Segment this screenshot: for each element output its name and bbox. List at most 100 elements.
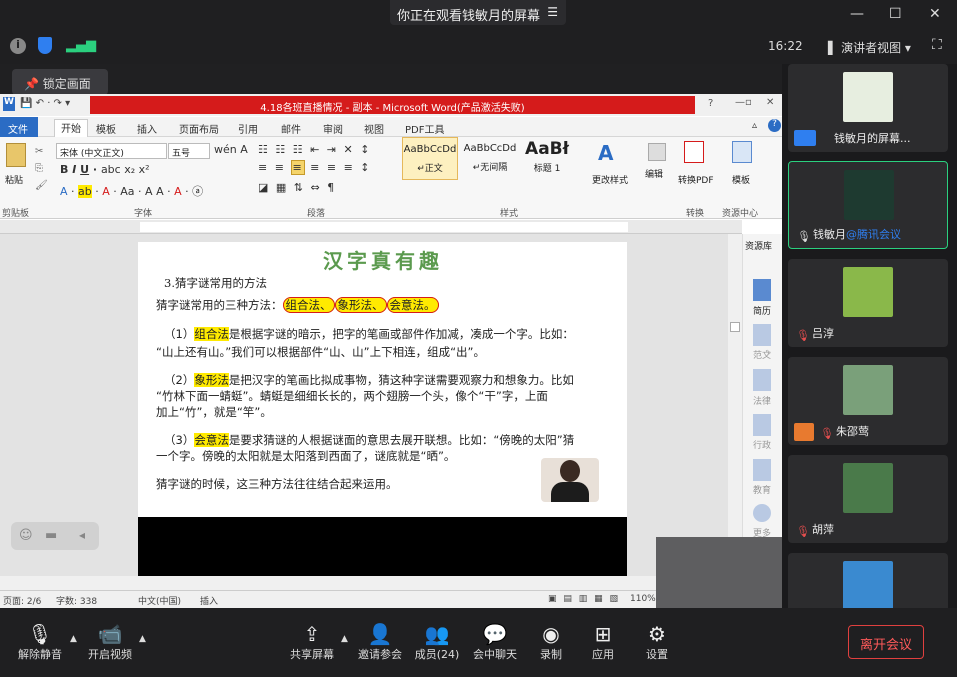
tab-template[interactable]: 模板	[96, 121, 116, 136]
minimize-icon[interactable]: —	[850, 6, 864, 22]
admin-icon[interactable]	[753, 414, 771, 436]
word-window: W 💾 ↶ · ↷ ▾ 4.18各班直播情况 - 副本 - Microsoft …	[0, 94, 782, 608]
template-icon[interactable]	[732, 141, 752, 163]
word-restore-icon[interactable]: ▫	[745, 97, 752, 108]
help-icon[interactable]: ?	[768, 119, 781, 132]
chat-bubble-icon[interactable]: ▬	[45, 528, 57, 543]
status-mode[interactable]: 插入	[200, 594, 218, 607]
participant-tile[interactable]: 🎙 钱敏月@腾讯会议	[788, 161, 948, 249]
tab-review[interactable]: 审阅	[323, 121, 343, 136]
emoji-icon[interactable]: ☺	[19, 528, 33, 543]
share-options-icon[interactable]: ▲	[341, 634, 348, 644]
shading-buttons[interactable]: ◪ ▦ ⇅ ⇔ ¶	[258, 181, 336, 194]
font-size-select[interactable]: 五号	[168, 143, 210, 159]
video-label: 开启视频	[88, 648, 132, 661]
paste-icon[interactable]	[6, 143, 26, 167]
quick-access-icons[interactable]: 💾 ↶ · ↷ ▾	[20, 98, 70, 109]
font-size-icons[interactable]: wén A	[214, 143, 248, 156]
add-person-icon: 👤	[367, 622, 393, 646]
style-normal[interactable]: AaBbCcDd ↵正文	[402, 137, 458, 180]
law-icon[interactable]	[753, 369, 771, 391]
document-page[interactable]: 汉字真有趣 3.猜字谜常用的方法 猜字谜常用的三种方法： 组合法、 象形法、 会意法。…	[138, 242, 627, 517]
participant-tile[interactable]	[788, 553, 948, 611]
ribbon-collapse-icon[interactable]: ▵	[752, 120, 757, 131]
find-icon[interactable]	[648, 143, 666, 161]
list-buttons[interactable]: ☷ ☷ ☷ ⇤ ⇥ ✕ ↕	[258, 143, 371, 156]
participant-tile[interactable]: 🎙 吕淳	[788, 259, 948, 347]
font-color-buttons[interactable]: A · ab · A · Aa · A A · A · ⓐ	[60, 183, 203, 199]
tab-file[interactable]: 文件	[0, 117, 38, 137]
invite-button[interactable]: 👤 邀请参会	[350, 622, 410, 662]
audio-options-icon[interactable]: ▲	[70, 634, 77, 644]
status-language[interactable]: 中文(中国)	[138, 594, 181, 607]
lock-screen-button[interactable]: 📌 锁定画面	[12, 69, 108, 95]
horizontal-scrollbar[interactable]	[0, 576, 742, 590]
style-heading1[interactable]: AaBł 标题 1	[522, 137, 572, 180]
record-button[interactable]: ◉ 录制	[521, 622, 581, 662]
share-status-title[interactable]: 你正在观看钱敏月的屏幕 ☰	[390, 0, 566, 25]
more-icon[interactable]	[753, 504, 771, 522]
zoom-level[interactable]: 110%	[630, 594, 656, 604]
participant-tile[interactable]: 🎙 朱邵莺	[788, 357, 948, 445]
para2-line1: （2）象形法是把汉字的笔画比拟成事物，猜这种字谜需要观察力和想象力。比如	[164, 372, 574, 388]
group-convert: 转换	[686, 209, 705, 219]
view-mode-icons[interactable]: ▣ ▤ ▥ ▦ ▧	[548, 594, 620, 604]
share-screen-button[interactable]: ⇪ 共享屏幕	[282, 622, 342, 662]
para4: 猜字谜的时候，这三种方法往往结合起来运用。	[156, 477, 398, 491]
side-resources[interactable]: 资源库	[745, 239, 772, 252]
info-icon[interactable]: i	[10, 38, 26, 54]
tab-mailings[interactable]: 邮件	[281, 121, 301, 136]
unmute-button[interactable]: 🎙 解除静音	[10, 622, 70, 662]
ruler[interactable]	[0, 220, 742, 234]
group-styles: 样式	[500, 209, 519, 219]
word-close-icon[interactable]: ✕	[766, 97, 774, 108]
chat-button[interactable]: 💬 会中聊天	[465, 622, 525, 662]
style-no-spacing[interactable]: AaBbCcDd ↵无间隔	[462, 137, 518, 180]
start-video-button[interactable]: 📹 开启视频	[80, 622, 140, 662]
leave-meeting-button[interactable]: 离开会议	[848, 625, 924, 659]
video-thumbnail	[843, 365, 893, 415]
vertical-scrollbar[interactable]	[728, 234, 742, 580]
settings-button[interactable]: ⚙ 设置	[627, 622, 687, 662]
presenter-view-button[interactable]: ▌ 演讲者视图 ▾	[828, 39, 911, 56]
word-minimize-icon[interactable]: ?	[708, 98, 713, 109]
floating-controls[interactable]: ☺ ▬ ◂	[11, 522, 99, 550]
panel-toggle-icon[interactable]: ›	[766, 345, 772, 361]
para3-line2: 一个字。傍晚的太阳就是太阳落到西面了，谜底就是“晒”。	[156, 449, 456, 463]
participant-tile[interactable]: 钱敏月的屏幕...	[788, 64, 948, 152]
signal-icon[interactable]: ▂▄▆	[66, 38, 96, 53]
font-name-select[interactable]: 宋体 (中文正文)	[56, 143, 167, 159]
close-icon[interactable]: ✕	[929, 6, 941, 22]
status-page[interactable]: 页面: 2/6	[3, 594, 41, 607]
shield-icon[interactable]	[38, 37, 52, 54]
font-style-buttons[interactable]: B I U · abc x₂ x²	[60, 163, 150, 176]
collapse-icon[interactable]: ◂	[79, 528, 85, 542]
ribbon-home: 粘贴 ✂ ⎘ 🖌 宋体 (中文正文) 五号 wén A B I U · abc x₂…	[0, 137, 782, 219]
change-styles-icon[interactable]: A	[598, 141, 620, 165]
apps-button[interactable]: ⊞ 应用	[573, 622, 633, 662]
maximize-icon[interactable]: ☐	[889, 6, 902, 22]
participant-tile[interactable]: 🎙 胡萍	[788, 455, 948, 543]
list-icon[interactable]: ☰	[547, 5, 558, 19]
presenter-view-label: 演讲者视图	[841, 41, 902, 55]
align-buttons[interactable]: ≡ ≡ ≡ ≡ ≡ ≡ ↕	[258, 160, 372, 175]
sample-icon[interactable]	[753, 324, 771, 346]
members-button[interactable]: 👥 成员(24)	[407, 622, 467, 662]
tab-insert[interactable]: 插入	[137, 121, 157, 136]
apps-icon: ⊞	[594, 622, 612, 646]
word-minimize-icon[interactable]: —	[735, 97, 745, 108]
tab-pdf-tools[interactable]: PDF工具	[405, 121, 444, 136]
intro-text: 猜字谜常用的三种方法：	[156, 298, 283, 312]
tab-view[interactable]: 视图	[364, 121, 384, 136]
fullscreen-icon[interactable]: ⛶	[932, 37, 942, 53]
education-icon[interactable]	[753, 459, 771, 481]
clipboard-tools[interactable]: ✂ ⎘ 🖌	[35, 143, 48, 194]
tab-references[interactable]: 引用	[238, 121, 258, 136]
resume-icon[interactable]	[753, 279, 771, 301]
status-words[interactable]: 字数: 338	[56, 594, 97, 607]
tab-home[interactable]: 开始	[54, 119, 88, 137]
tab-layout[interactable]: 页面布局	[179, 121, 219, 136]
pdf-icon[interactable]	[684, 141, 704, 163]
para3-num: （3）	[164, 433, 195, 447]
video-options-icon[interactable]: ▲	[139, 634, 146, 644]
